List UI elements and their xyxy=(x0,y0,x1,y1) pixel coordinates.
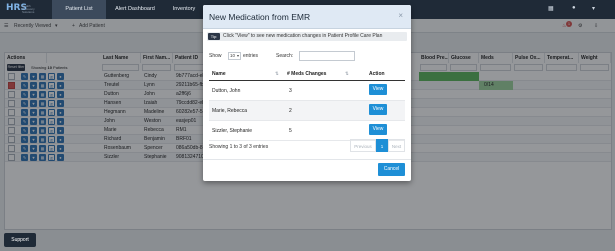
column-meds-changes[interactable]: # Meds Changes xyxy=(287,71,326,77)
chevron-down-icon[interactable]: ▾ xyxy=(592,5,595,12)
tab-inventory[interactable]: Inventory xyxy=(164,0,204,19)
show-label: Show xyxy=(209,53,222,59)
entries-select-value: 10 xyxy=(230,53,236,58)
search-label: Search: xyxy=(276,53,294,59)
support-button[interactable]: Support xyxy=(4,233,36,247)
tip-badge: Tip: xyxy=(208,33,220,40)
table-row: Sizzler, Stephanie 5 View xyxy=(209,121,405,141)
meds-changes-count: 3 xyxy=(289,88,292,94)
meds-changes-count: 5 xyxy=(289,128,292,134)
view-button[interactable]: View xyxy=(369,84,387,95)
view-button[interactable]: View xyxy=(369,124,387,135)
tip-text: Click "View" to see new medication chang… xyxy=(223,33,383,39)
table-row: Marie, Rebecca 2 View xyxy=(209,101,405,121)
user-icon[interactable]: ● xyxy=(572,5,576,11)
patient-name: Sizzler, Stephanie xyxy=(212,128,253,134)
column-action: Action xyxy=(369,71,385,77)
column-name[interactable]: Name xyxy=(212,71,226,77)
tab-patient-list[interactable]: Patient List xyxy=(52,0,106,19)
tip-banner: Tip: Click "View" to see new medication … xyxy=(207,32,407,41)
grid-icon[interactable]: ▦ xyxy=(548,5,554,12)
modal-footer-divider xyxy=(203,159,411,160)
entries-info: Showing 1 to 3 of 3 entries xyxy=(209,144,269,150)
search-input[interactable] xyxy=(299,51,355,61)
modal-header: New Medication from EMR × xyxy=(203,5,411,29)
patient-name: Marie, Rebecca xyxy=(212,108,248,114)
modal-title: New Medication from EMR xyxy=(209,12,311,22)
table-row: Dutton, John 3 View xyxy=(209,81,405,101)
sort-icon[interactable]: ⇅ xyxy=(345,71,349,77)
entries-label: entries xyxy=(243,53,259,59)
patient-name: Dutton, John xyxy=(212,88,241,94)
next-page-button[interactable]: Next xyxy=(388,139,405,152)
hrs-logo[interactable]: HRS Health Recovery Solutions xyxy=(6,3,35,16)
select-caret-icon: ▾ xyxy=(236,53,239,58)
sort-icon[interactable]: ⇅ xyxy=(275,71,279,77)
page-1-button[interactable]: 1 xyxy=(376,139,388,152)
view-button[interactable]: View xyxy=(369,104,387,115)
cancel-button[interactable]: Cancel xyxy=(378,163,405,176)
new-medication-modal: New Medication from EMR × Tip: Click "Vi… xyxy=(203,5,411,181)
meds-changes-count: 2 xyxy=(289,108,292,114)
close-icon[interactable]: × xyxy=(398,11,403,20)
table-header: Name ⇅ # Meds Changes ⇅ Action xyxy=(209,68,405,81)
logo-subtitle: Health Recovery Solutions xyxy=(22,4,35,14)
previous-page-button[interactable]: Previous xyxy=(350,139,376,152)
entries-select[interactable]: 10 ▾ xyxy=(228,52,241,60)
tab-alert-dashboard[interactable]: Alert Dashboard xyxy=(106,0,164,19)
